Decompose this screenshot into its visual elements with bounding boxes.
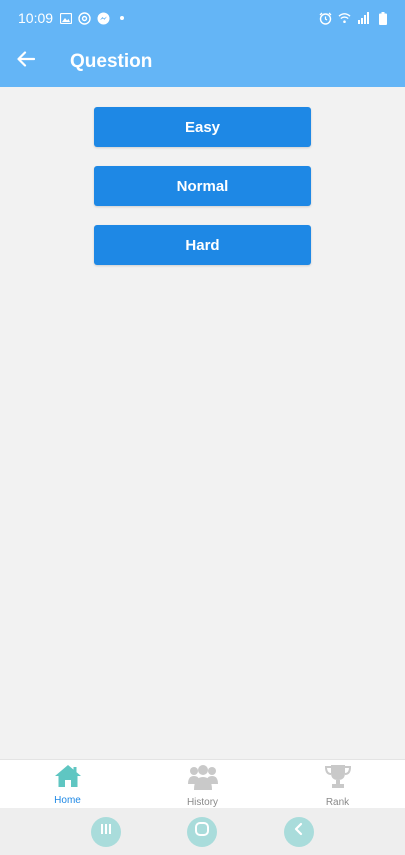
- messenger-icon: [97, 12, 110, 25]
- trophy-icon: [324, 764, 352, 795]
- home-circle-icon: [194, 821, 210, 842]
- nav-label-rank: Rank: [325, 797, 350, 808]
- hard-button[interactable]: Hard: [94, 225, 311, 265]
- level-list: Easy Normal Hard: [0, 87, 405, 759]
- recent-apps-icon: [99, 822, 113, 841]
- normal-button[interactable]: Normal: [94, 166, 311, 206]
- recent-apps-button[interactable]: [91, 816, 122, 847]
- easy-button[interactable]: Easy: [94, 107, 311, 147]
- nav-item-history[interactable]: History: [135, 760, 270, 808]
- nav-label-home: Home: [54, 795, 81, 806]
- status-bar: 10:09: [0, 0, 405, 36]
- alarm-icon: [319, 12, 332, 25]
- app-bar: Question: [0, 36, 405, 87]
- image-icon: [59, 12, 72, 25]
- back-chevron-icon: [292, 822, 306, 841]
- status-time: 10:09: [18, 10, 54, 26]
- bottom-nav: Home History Rank: [0, 759, 405, 808]
- nav-label-history: History: [186, 797, 219, 808]
- nav-item-home[interactable]: Home: [0, 760, 135, 808]
- system-nav-bar: [0, 808, 405, 855]
- nav-item-rank[interactable]: Rank: [270, 760, 405, 808]
- home-icon: [54, 764, 82, 793]
- back-button[interactable]: [0, 36, 52, 87]
- status-icons-left: [59, 11, 125, 25]
- wifi-icon: [338, 12, 351, 25]
- dot-icon: [120, 16, 125, 20]
- home-system-button[interactable]: [187, 816, 218, 847]
- group-icon: [187, 764, 219, 795]
- signal-icon: [357, 12, 370, 25]
- battery-icon: [376, 11, 389, 25]
- at-sign-icon: [78, 11, 91, 25]
- back-system-button[interactable]: [283, 816, 314, 847]
- status-icons-right: [319, 11, 389, 25]
- header: 10:09 Question: [0, 0, 405, 87]
- page-title: Question: [70, 50, 153, 72]
- arrow-left-icon: [17, 51, 36, 72]
